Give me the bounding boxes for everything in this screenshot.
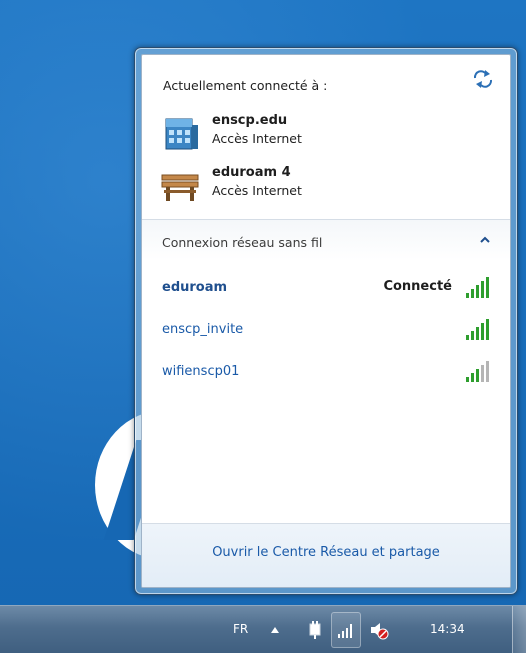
chevron-up-icon[interactable] bbox=[480, 235, 490, 245]
signal-strength-icon bbox=[466, 361, 489, 382]
power-plug-icon[interactable] bbox=[305, 620, 325, 640]
open-network-sharing-center-link[interactable]: Ouvrir le Centre Réseau et partage bbox=[212, 545, 440, 560]
taskbar: FR 14:34 bbox=[0, 605, 526, 653]
connection-status: Accès Internet bbox=[212, 131, 302, 146]
flyout-footer: Ouvrir le Centre Réseau et partage bbox=[142, 523, 510, 587]
show-desktop-button[interactable] bbox=[512, 606, 526, 653]
volume-muted-icon[interactable] bbox=[369, 620, 389, 640]
language-indicator[interactable]: FR bbox=[233, 622, 248, 636]
signal-strength-icon bbox=[466, 277, 489, 298]
network-flyout: Actuellement connecté à : enscp.edu Accè… bbox=[134, 47, 518, 595]
domain-network-icon bbox=[165, 118, 198, 150]
public-network-bench-icon bbox=[161, 174, 199, 201]
wifi-tray-icon[interactable] bbox=[336, 620, 356, 640]
refresh-icon[interactable] bbox=[472, 69, 494, 89]
wifi-connected-status: Connecté bbox=[383, 279, 452, 294]
wifi-network-enscp-invite[interactable]: enscp_invite bbox=[142, 315, 510, 345]
connection-status: Accès Internet bbox=[212, 183, 302, 198]
connection-enscp-edu: enscp.edu Accès Internet bbox=[160, 111, 480, 155]
wifi-network-name: wifienscp01 bbox=[162, 364, 240, 379]
wifi-network-eduroam[interactable]: eduroam Connecté bbox=[142, 273, 510, 303]
wifi-network-name: eduroam bbox=[162, 280, 228, 295]
show-hidden-icons-chevron-icon[interactable] bbox=[270, 626, 280, 634]
current-connections-heading: Actuellement connecté à : bbox=[163, 78, 328, 93]
wifi-network-name: enscp_invite bbox=[162, 322, 244, 337]
wireless-section-title: Connexion réseau sans fil bbox=[162, 235, 323, 250]
wireless-section-header[interactable]: Connexion réseau sans fil bbox=[142, 220, 510, 260]
connection-name: eduroam 4 bbox=[212, 165, 291, 180]
connection-name: enscp.edu bbox=[212, 113, 288, 128]
current-connections-section: Actuellement connecté à : enscp.edu Accè… bbox=[142, 55, 510, 219]
network-flyout-content: Actuellement connecté à : enscp.edu Accè… bbox=[141, 54, 511, 588]
wifi-network-wifienscp01[interactable]: wifienscp01 bbox=[142, 357, 510, 387]
clock[interactable]: 14:34 bbox=[430, 622, 465, 636]
connection-eduroam-4: eduroam 4 Accès Internet bbox=[160, 163, 480, 207]
signal-strength-icon bbox=[466, 319, 489, 340]
